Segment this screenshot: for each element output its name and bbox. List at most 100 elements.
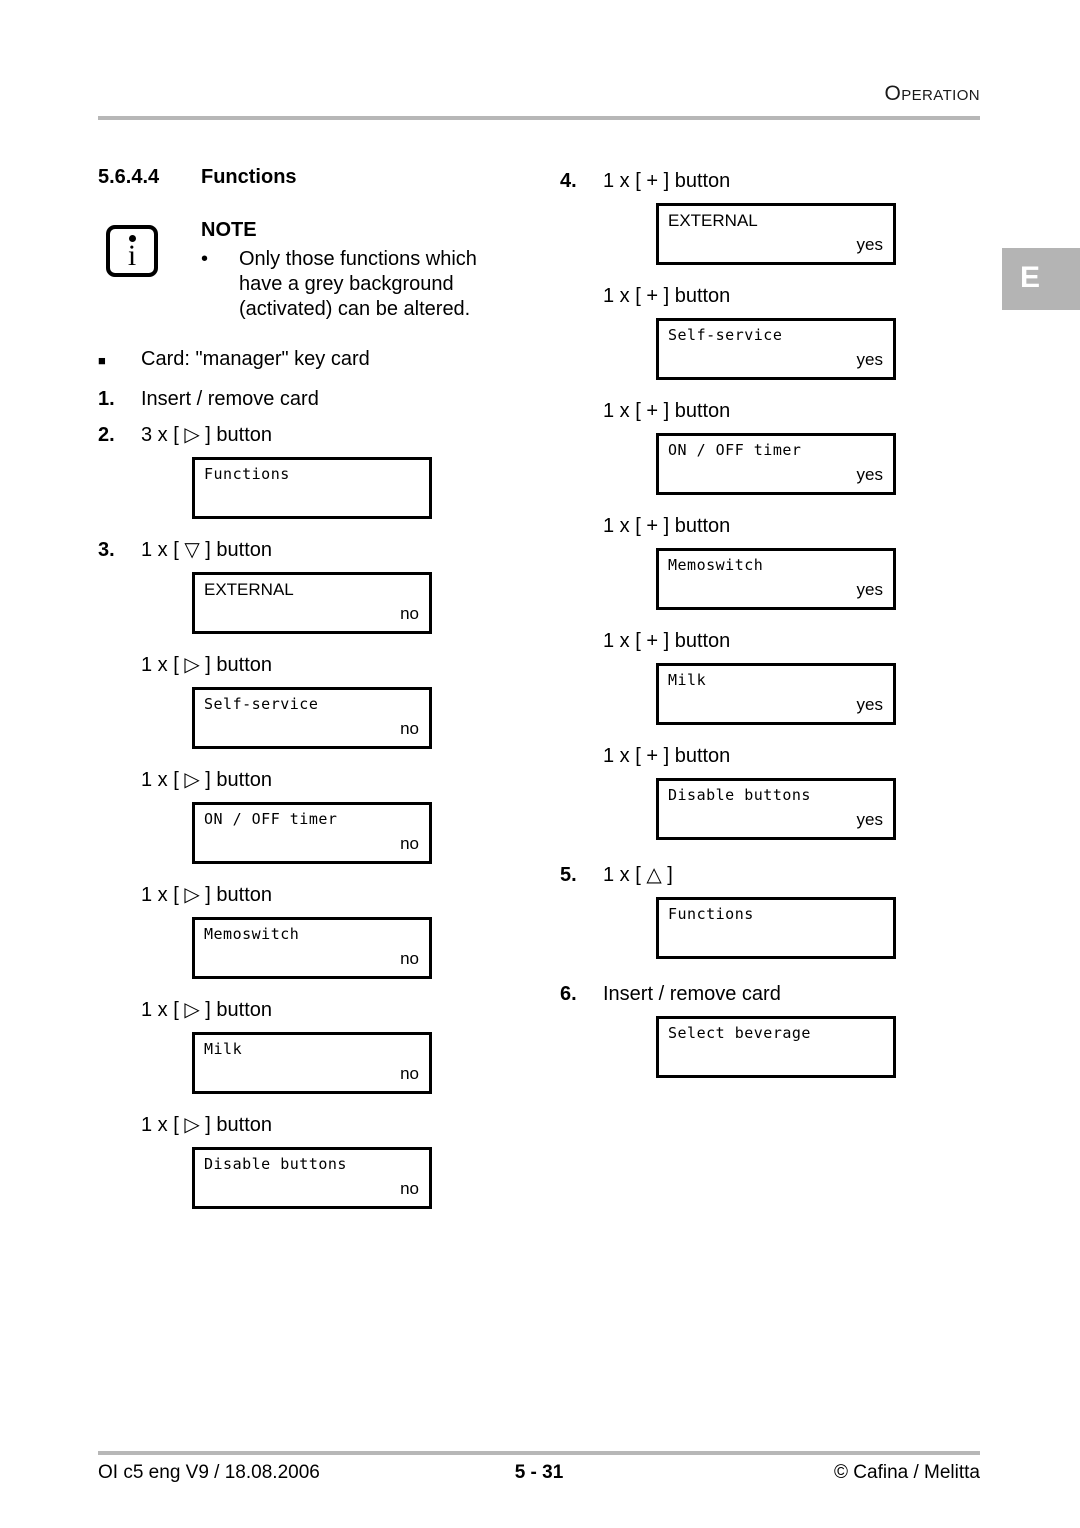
- display-value: yes: [856, 580, 883, 599]
- substep-plus-button: 1 x [ + ] button: [603, 626, 1000, 656]
- display-value: no: [400, 949, 419, 968]
- substep-right-button: 1 x [ ▷ ] button: [141, 880, 538, 910]
- substep-right-button: 1 x [ ▷ ] button: [141, 765, 538, 795]
- substep-text: 1 x [ ▷ ] button: [141, 1114, 273, 1136]
- substep-plus-button: 1 x [ + ] button: [603, 396, 1000, 426]
- substep-plus-button: 1 x [ + ] button: [603, 281, 1000, 311]
- display-box: Self-service yes: [656, 318, 896, 380]
- display-box: EXTERNAL no: [192, 572, 432, 634]
- note-line-3: (activated) can be altered.: [239, 298, 471, 320]
- display-box: Disable buttons yes: [656, 778, 896, 840]
- display-label: Self-service: [668, 326, 783, 344]
- display-box: Disable buttons no: [192, 1147, 432, 1209]
- display-label: Functions: [204, 465, 290, 483]
- step-4-number: 4.: [560, 170, 577, 192]
- step-1-number: 1.: [98, 388, 115, 410]
- substep-right-button: 1 x [ ▷ ] button: [141, 995, 538, 1025]
- chapter-tab-e: E: [1002, 248, 1080, 310]
- substep-text: 1 x [ + ] button: [603, 515, 731, 537]
- display-label: Functions: [668, 905, 754, 923]
- display-value: yes: [856, 695, 883, 714]
- note-line-1: Only those functions which: [239, 248, 477, 270]
- step-3-text: 1 x [ ▽ ] button: [141, 539, 273, 561]
- display-box: Memoswitch yes: [656, 548, 896, 610]
- substep-text: 1 x [ + ] button: [603, 285, 731, 307]
- step-1: 1. Insert / remove card: [98, 384, 538, 414]
- display-label: ON / OFF timer: [668, 441, 802, 459]
- display-box: Milk no: [192, 1032, 432, 1094]
- substep-text: 1 x [ + ] button: [603, 745, 731, 767]
- display-box: Functions: [192, 457, 432, 519]
- display-value: yes: [856, 465, 883, 484]
- left-column: 5.6.4.4 Functions i NOTE • Only those fu…: [98, 166, 538, 1219]
- note-text: Only those functions which have a grey b…: [239, 247, 519, 322]
- page-header-title: Operation: [884, 82, 980, 105]
- substep-plus-button: 1 x [ + ] button: [603, 511, 1000, 541]
- bullet-icon: •: [201, 248, 209, 270]
- note-block: i NOTE • Only those functions which have…: [98, 219, 538, 322]
- section-title: Functions: [201, 166, 297, 188]
- display-value: no: [400, 719, 419, 738]
- substep-text: 1 x [ ▷ ] button: [141, 884, 273, 906]
- display-value: no: [400, 1064, 419, 1083]
- display-label: EXTERNAL: [204, 580, 294, 599]
- display-label: Disable buttons: [204, 1155, 347, 1173]
- info-icon: i: [106, 225, 158, 277]
- step-3-number: 3.: [98, 539, 115, 561]
- step-5-text: 1 x [ △ ]: [603, 864, 673, 886]
- step-3: 3. 1 x [ ▽ ] button: [98, 535, 538, 565]
- footer-copyright: © Cafina / Melitta: [834, 1462, 980, 1483]
- section-number: 5.6.4.4: [98, 166, 160, 188]
- step-2: 2. 3 x [ ▷ ] button: [98, 420, 538, 450]
- note-title: NOTE: [201, 219, 257, 241]
- substep-right-button: 1 x [ ▷ ] button: [141, 1110, 538, 1140]
- step-5-number: 5.: [560, 864, 577, 886]
- display-value: yes: [856, 350, 883, 369]
- display-value: yes: [856, 235, 883, 254]
- info-icon-stem: i: [127, 239, 137, 272]
- display-value: no: [400, 604, 419, 623]
- display-box: Functions: [656, 897, 896, 959]
- section-heading: 5.6.4.4 Functions: [98, 166, 538, 189]
- substep-text: 1 x [ ▷ ] button: [141, 769, 273, 791]
- display-box: ON / OFF timer yes: [656, 433, 896, 495]
- step-1-text: Insert / remove card: [141, 388, 319, 410]
- right-column: 4. 1 x [ + ] button EXTERNAL yes 1 x [ +…: [560, 166, 1000, 1088]
- footer-divider: [98, 1451, 980, 1455]
- display-value: no: [400, 834, 419, 853]
- display-label: Memoswitch: [204, 925, 300, 943]
- display-label: Disable buttons: [668, 786, 811, 804]
- step-2-text: 3 x [ ▷ ] button: [141, 424, 273, 446]
- display-value: no: [400, 1179, 419, 1198]
- substep-text: 1 x [ + ] button: [603, 400, 731, 422]
- card-requirement-text: Card: "manager" key card: [141, 348, 370, 370]
- step-4-text: 1 x [ + ] button: [603, 170, 731, 192]
- document-page: Operation E 5.6.4.4 Functions i NOTE • O…: [0, 0, 1080, 1528]
- display-label: EXTERNAL: [668, 211, 758, 230]
- note-line-2: have a grey background: [239, 273, 454, 295]
- display-label: Self-service: [204, 695, 319, 713]
- chapter-tab-label: E: [1020, 261, 1041, 294]
- step-6: 6. Insert / remove card: [560, 979, 1000, 1009]
- display-box: Self-service no: [192, 687, 432, 749]
- substep-plus-button: 1 x [ + ] button: [603, 741, 1000, 771]
- display-box: Select beverage: [656, 1016, 896, 1078]
- display-label: Memoswitch: [668, 556, 764, 574]
- display-box: ON / OFF timer no: [192, 802, 432, 864]
- card-requirement: ■ Card: "manager" key card: [98, 344, 538, 378]
- step-2-number: 2.: [98, 424, 115, 446]
- substep-text: 1 x [ + ] button: [603, 630, 731, 652]
- step-5: 5. 1 x [ △ ]: [560, 860, 1000, 890]
- header-divider: [98, 116, 980, 120]
- display-label: Milk: [668, 671, 707, 689]
- display-label: Milk: [204, 1040, 243, 1058]
- step-6-number: 6.: [560, 983, 577, 1005]
- substep-text: 1 x [ ▷ ] button: [141, 999, 273, 1021]
- display-box: EXTERNAL yes: [656, 203, 896, 265]
- note-item: • Only those functions which have a grey…: [201, 247, 538, 322]
- note-body: NOTE • Only those functions which have a…: [201, 219, 538, 322]
- display-label: ON / OFF timer: [204, 810, 338, 828]
- display-box: Milk yes: [656, 663, 896, 725]
- display-value: yes: [856, 810, 883, 829]
- substep-text: 1 x [ ▷ ] button: [141, 654, 273, 676]
